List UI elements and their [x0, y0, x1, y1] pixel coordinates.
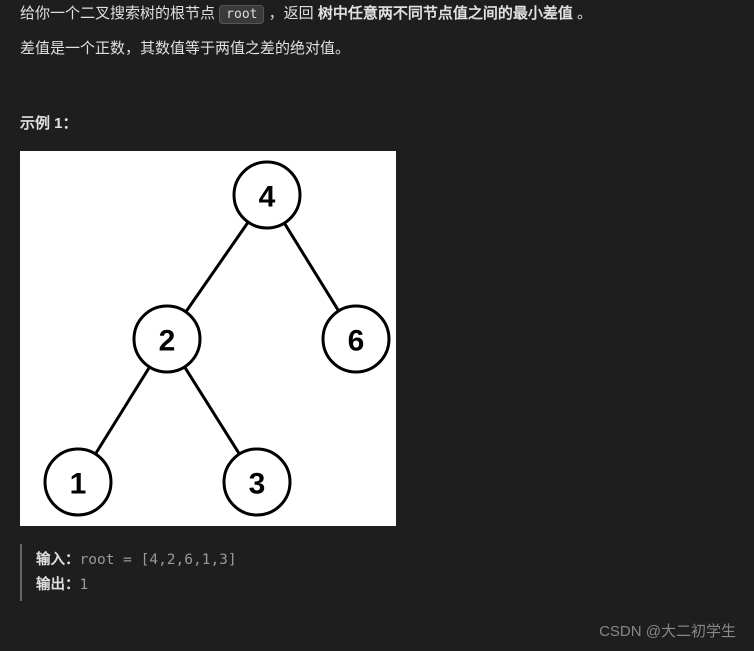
- tree-edges: [95, 222, 338, 454]
- output-value: 1: [80, 577, 89, 593]
- svg-text:4: 4: [259, 181, 276, 214]
- svg-text:6: 6: [348, 325, 365, 358]
- tree-svg: 4 2 6 1 3: [20, 151, 396, 526]
- desc-text-bold: 树中任意两不同节点值之间的最小差值: [318, 5, 573, 22]
- tree-node-3: 3: [224, 449, 290, 515]
- svg-text:1: 1: [70, 468, 87, 501]
- tree-edge: [185, 367, 240, 454]
- tree-edge: [186, 222, 248, 312]
- input-value: root = [4,2,6,1,3]: [80, 552, 237, 568]
- problem-description-line1: 给你一个二叉搜索树的根节点 root ，返回 树中任意两不同节点值之间的最小差值…: [20, 0, 734, 27]
- desc-text-end: 。: [577, 5, 592, 22]
- svg-text:2: 2: [159, 325, 176, 358]
- desc-text-before: 给你一个二叉搜索树的根节点: [20, 5, 219, 22]
- input-line: 输入：root = [4,2,6,1,3]: [36, 548, 734, 573]
- tree-node-6: 6: [323, 306, 389, 372]
- desc-text-after: ，返回: [269, 5, 318, 22]
- inline-code-root: root: [219, 5, 264, 24]
- output-line: 输出：1: [36, 573, 734, 598]
- input-label: 输入：: [36, 552, 80, 568]
- tree-diagram: 4 2 6 1 3: [20, 151, 396, 526]
- svg-text:3: 3: [249, 468, 266, 501]
- tree-node-1: 1: [45, 449, 111, 515]
- output-label: 输出：: [36, 577, 80, 593]
- watermark: CSDN @大二初学生: [599, 620, 736, 641]
- tree-nodes: 4 2 6 1 3: [45, 162, 389, 515]
- io-block: 输入：root = [4,2,6,1,3] 输出：1: [20, 544, 734, 601]
- example-title: 示例 1：: [20, 112, 734, 133]
- tree-edge: [95, 367, 149, 454]
- tree-edge: [284, 223, 338, 311]
- tree-node-4: 4: [234, 162, 300, 228]
- tree-node-2: 2: [134, 306, 200, 372]
- problem-description-line2: 差值是一个正数，其数值等于两值之差的绝对值。: [20, 35, 734, 62]
